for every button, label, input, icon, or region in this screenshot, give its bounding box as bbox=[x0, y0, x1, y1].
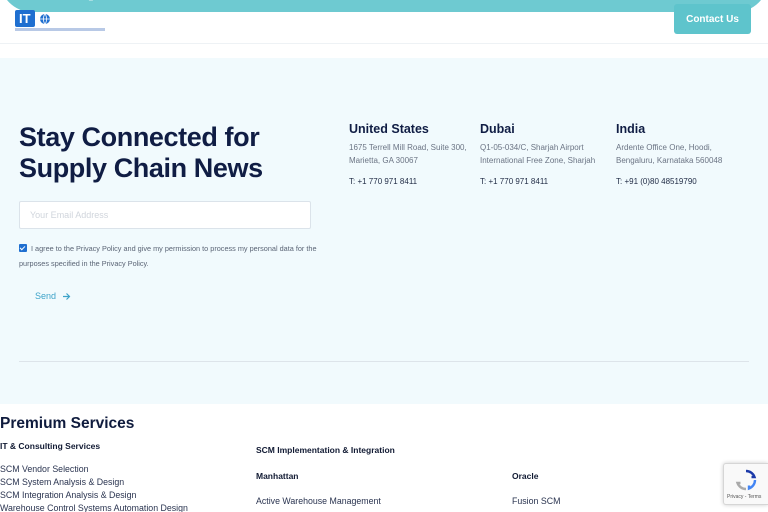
privacy-consent: I agree to the Privacy Policy and give m… bbox=[19, 241, 319, 271]
site-header: IT ® Home Premium Services▾ Center of Ex… bbox=[0, 0, 768, 44]
nav-label: Center of Excellence bbox=[307, 14, 409, 26]
premium-services-title: Premium Services bbox=[0, 415, 135, 432]
office-address: Q1-05-034/C, Sharjah Airport Internation… bbox=[480, 143, 596, 165]
footer-link[interactable]: SCM System Analysis & Design bbox=[0, 476, 188, 489]
nav-label: Premium Services bbox=[193, 14, 283, 26]
nav-item-resources[interactable]: Resources ▾ bbox=[505, 14, 564, 26]
manhattan-list: Active Warehouse Management bbox=[256, 495, 381, 508]
chevron-down-icon: ▾ bbox=[483, 18, 487, 25]
main-nav: Home Premium Services ▾ Center of Excelle… bbox=[146, 14, 564, 26]
recaptcha-links[interactable]: Privacy - Terms bbox=[727, 494, 761, 500]
office-address: 1675 Terrell Mill Road, Suite 300, Marie… bbox=[349, 143, 467, 165]
chevron-down-icon: ▾ bbox=[411, 18, 416, 25]
office-address: Ardente Office One, Hoodi, Bengaluru, Ka… bbox=[616, 143, 723, 165]
footer-link[interactable]: SCM Vendor Selection bbox=[0, 463, 188, 476]
office-name: Dubai bbox=[480, 122, 515, 136]
chevron-down-icon: ▾ bbox=[285, 18, 290, 25]
newsletter-section: Stay Connected for Supply Chain News I a… bbox=[0, 58, 768, 404]
newsletter-title: Stay Connected for Supply Chain News bbox=[19, 122, 263, 183]
footer-link[interactable]: SCM Integration Analysis & Design bbox=[0, 489, 188, 502]
nav-label: Resources bbox=[504, 14, 558, 26]
contact-us-button[interactable]: Contact Us bbox=[674, 4, 751, 34]
registered-mark: ® bbox=[88, 0, 94, 3]
privacy-consent-label: I agree to the Privacy Policy and give m… bbox=[19, 244, 317, 268]
globe-icon bbox=[39, 13, 50, 24]
header-accent-band bbox=[0, 0, 768, 12]
footer-link[interactable]: Active Warehouse Management bbox=[256, 495, 381, 508]
office-name: India bbox=[616, 122, 646, 136]
footer-link[interactable]: Fusion SCM bbox=[512, 495, 560, 508]
office-dubai: Dubai Q1-05-034/C, Sharjah Airport Inter… bbox=[480, 122, 600, 186]
oracle-heading[interactable]: Oracle bbox=[512, 471, 538, 481]
logo-tagline bbox=[15, 28, 105, 31]
oracle-list: Fusion SCM bbox=[512, 495, 560, 508]
it-consulting-list: SCM Vendor Selection SCM System Analysis… bbox=[0, 463, 188, 512]
office-name: United States bbox=[349, 122, 429, 136]
nav-label: Company bbox=[433, 14, 481, 26]
manhattan-heading[interactable]: Manhattan bbox=[256, 471, 299, 481]
office-phone[interactable]: T: +1 770 971 8411 bbox=[480, 177, 600, 186]
privacy-checkbox[interactable] bbox=[19, 244, 27, 252]
it-consulting-heading[interactable]: IT & Consulting Services bbox=[0, 441, 100, 451]
nav-label: Home bbox=[146, 14, 176, 26]
office-phone[interactable]: T: +91 (0)80 48519790 bbox=[616, 177, 736, 186]
send-button[interactable]: Send bbox=[35, 291, 71, 301]
logo-mark: IT bbox=[15, 10, 35, 27]
office-united-states: United States 1675 Terrell Mill Road, Su… bbox=[349, 122, 469, 186]
office-india: India Ardente Office One, Hoodi, Bengalu… bbox=[616, 122, 736, 186]
office-phone[interactable]: T: +1 770 971 8411 bbox=[349, 177, 469, 186]
chevron-down-icon: ▾ bbox=[560, 18, 564, 25]
recaptcha-icon bbox=[735, 469, 757, 491]
send-label: Send bbox=[35, 291, 57, 301]
footer-link[interactable]: Warehouse Control Systems Automation Des… bbox=[0, 502, 188, 512]
section-divider bbox=[19, 361, 749, 362]
scm-implementation-heading[interactable]: SCM Implementation & Integration bbox=[256, 445, 395, 455]
company-logo[interactable]: IT bbox=[15, 10, 51, 27]
nav-item-center-of-excellence[interactable]: Center of Excellence ▾ bbox=[307, 14, 415, 26]
nav-item-company[interactable]: Company ▾ bbox=[433, 14, 487, 26]
nav-item-premium-services[interactable]: Premium Services ▾ bbox=[193, 14, 289, 26]
recaptcha-badge[interactable]: Privacy - Terms bbox=[723, 463, 768, 505]
nav-item-home[interactable]: Home bbox=[146, 14, 175, 26]
email-field[interactable] bbox=[19, 201, 311, 229]
arrow-right-icon bbox=[63, 292, 71, 300]
